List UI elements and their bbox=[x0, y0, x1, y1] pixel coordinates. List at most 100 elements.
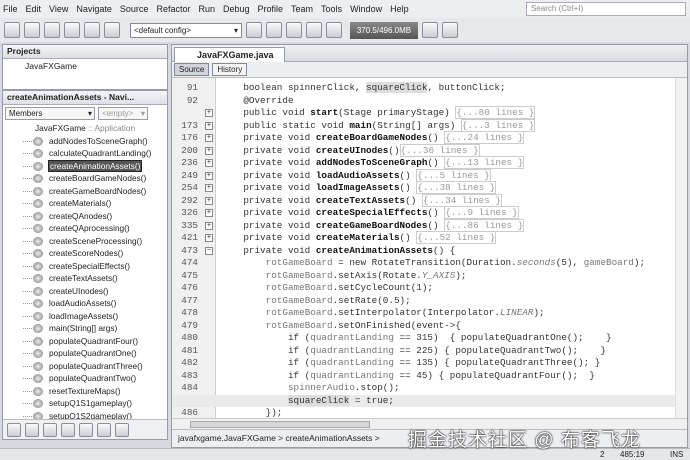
menu-source[interactable]: Source bbox=[120, 4, 149, 14]
navigator-member[interactable]: populateQuadrantTwo() bbox=[3, 372, 167, 385]
fold-expand-icon[interactable]: + bbox=[205, 159, 213, 167]
navigator-member[interactable]: createTextAssets() bbox=[3, 272, 167, 285]
navigator-member[interactable]: main(String[] args) bbox=[3, 322, 167, 335]
code-token[interactable]: {...34 lines } bbox=[421, 193, 502, 207]
menu-edit[interactable]: Edit bbox=[26, 4, 42, 14]
projects-panel: Projects JavaFXGame bbox=[2, 44, 168, 90]
sort-icon[interactable] bbox=[115, 422, 129, 437]
navigator-member[interactable]: populateQuadrantFour() bbox=[3, 335, 167, 348]
code-token[interactable]: {...52 lines } bbox=[416, 231, 497, 244]
debug-icon[interactable] bbox=[306, 22, 322, 38]
code-token[interactable]: {...5 lines } bbox=[416, 168, 491, 182]
navigator-member[interactable]: loadImageAssets() bbox=[3, 310, 167, 323]
search-input[interactable]: Search (Ctrl+I) bbox=[526, 2, 686, 16]
code-token[interactable]: {...9 lines } bbox=[444, 206, 519, 219]
navigator-member[interactable]: createScoreNodes() bbox=[3, 247, 167, 260]
fold-expand-icon[interactable]: + bbox=[205, 134, 213, 142]
config-select[interactable]: <default config> bbox=[130, 22, 242, 38]
menu-view[interactable]: View bbox=[49, 4, 68, 14]
navigator-member[interactable]: calculateQuadrantLanding() bbox=[3, 147, 167, 160]
breadcrumb-class[interactable]: javafxgame.JavaFXGame bbox=[178, 433, 276, 443]
history-tab[interactable]: History bbox=[212, 63, 248, 76]
fold-expand-icon[interactable]: + bbox=[205, 209, 213, 217]
menu-navigate[interactable]: Navigate bbox=[76, 4, 112, 14]
navigator-member[interactable]: createQAprocessing() bbox=[3, 222, 167, 235]
filter-icon[interactable] bbox=[43, 422, 57, 437]
new-project-icon[interactable] bbox=[24, 22, 40, 38]
code-editor[interactable]: 91 boolean spinnerClick, squareClick, bu… bbox=[172, 78, 687, 418]
menu-run[interactable]: Run bbox=[198, 4, 215, 14]
code-token[interactable]: {...3 lines } bbox=[460, 118, 536, 132]
memory-indicator[interactable]: 370.5/496.0MB bbox=[350, 21, 418, 39]
navigator-root[interactable]: JavaFXGame :: Application bbox=[3, 122, 167, 135]
code-token[interactable]: {...36 lines } bbox=[399, 143, 480, 157]
sort-icon[interactable] bbox=[97, 422, 111, 437]
new-file-icon[interactable] bbox=[4, 22, 20, 38]
filter-icon[interactable] bbox=[7, 422, 21, 437]
navigator-member[interactable]: createSceneProcessing() bbox=[3, 235, 167, 248]
filter-icon[interactable] bbox=[61, 422, 75, 437]
navigator-member[interactable]: setupQ1S1gameplay() bbox=[3, 397, 167, 410]
clean-build-icon[interactable] bbox=[266, 22, 282, 38]
code-token[interactable]: {...13 lines } bbox=[444, 156, 525, 169]
code-token: loadAudioAssets bbox=[315, 169, 400, 181]
navigator-member[interactable]: createSpecialEffects() bbox=[3, 260, 167, 273]
save-all-icon[interactable] bbox=[64, 22, 80, 38]
navigator-member[interactable]: createBoardGameNodes() bbox=[3, 172, 167, 185]
members-filter-select[interactable]: Members bbox=[5, 107, 95, 120]
code-line: 474 rotGameBoard = new RotateTransition(… bbox=[172, 257, 677, 270]
navigator-member[interactable]: populateQuadrantOne() bbox=[3, 347, 167, 360]
navigator-member[interactable]: addNodesToSceneGraph() bbox=[3, 135, 167, 148]
filter-icon[interactable] bbox=[79, 422, 93, 437]
fold-collapse-icon[interactable]: − bbox=[205, 246, 213, 255]
menu-profile[interactable]: Profile bbox=[258, 4, 284, 14]
navigator-member[interactable]: createAnimationAssets() bbox=[3, 159, 167, 173]
source-tab[interactable]: Source bbox=[174, 63, 210, 76]
menu-team[interactable]: Team bbox=[291, 4, 313, 14]
code-token[interactable]: {...24 lines } bbox=[444, 131, 525, 144]
gc-icon[interactable] bbox=[422, 22, 438, 38]
pause-io-icon[interactable] bbox=[442, 22, 458, 38]
navigator-member[interactable]: createQAnodes() bbox=[3, 210, 167, 223]
navigator-member[interactable]: createUInodes() bbox=[3, 285, 167, 298]
tab-javafxgame-java[interactable]: JavaFXGame.java bbox=[174, 47, 285, 62]
code-token[interactable]: {...86 lines } bbox=[444, 218, 525, 232]
navigator-member[interactable]: createMaterials() bbox=[3, 197, 167, 210]
menu-file[interactable]: File bbox=[3, 4, 18, 14]
undo-icon[interactable] bbox=[84, 22, 100, 38]
menu-window[interactable]: Window bbox=[350, 4, 382, 14]
fold-expand-icon[interactable]: + bbox=[205, 184, 213, 192]
code-token[interactable]: {...80 lines } bbox=[455, 106, 536, 119]
empty-select[interactable]: <empty> bbox=[98, 107, 148, 120]
method-icon bbox=[33, 211, 43, 221]
profile-icon[interactable] bbox=[326, 22, 342, 38]
open-project-icon[interactable] bbox=[44, 22, 60, 38]
fold-expand-icon[interactable]: + bbox=[205, 234, 213, 242]
fold-expand-icon[interactable]: + bbox=[205, 196, 213, 205]
menu-debug[interactable]: Debug bbox=[223, 4, 250, 14]
run-icon[interactable] bbox=[286, 22, 302, 38]
fold-expand-icon[interactable]: + bbox=[205, 171, 213, 180]
menu-tools[interactable]: Tools bbox=[321, 4, 342, 14]
navigator-member[interactable]: loadAudioAssets() bbox=[3, 297, 167, 310]
fold-expand-icon[interactable]: + bbox=[205, 221, 213, 230]
navigator-member[interactable]: resetTextureMaps() bbox=[3, 385, 167, 398]
vertical-scrollbar[interactable] bbox=[675, 78, 687, 418]
method-icon bbox=[33, 274, 43, 283]
navigator-member[interactable]: populateQuadrantThree() bbox=[3, 360, 167, 373]
fold-expand-icon[interactable]: + bbox=[205, 109, 213, 117]
fold-expand-icon[interactable]: + bbox=[205, 146, 213, 155]
menu-refactor[interactable]: Refactor bbox=[156, 4, 190, 14]
fold-expand-icon[interactable]: + bbox=[205, 121, 213, 130]
code-token[interactable]: {...38 lines } bbox=[416, 181, 497, 194]
redo-icon[interactable] bbox=[104, 22, 120, 38]
project-root[interactable]: JavaFXGame bbox=[3, 59, 167, 71]
navigator-member[interactable]: createGameBoardNodes() bbox=[3, 185, 167, 198]
breadcrumb-method[interactable]: createAnimationAssets bbox=[285, 433, 372, 443]
menu-help[interactable]: Help bbox=[390, 4, 409, 14]
line-number: 479 bbox=[181, 319, 198, 331]
build-icon[interactable] bbox=[246, 22, 262, 38]
filter-icon[interactable] bbox=[25, 422, 39, 437]
